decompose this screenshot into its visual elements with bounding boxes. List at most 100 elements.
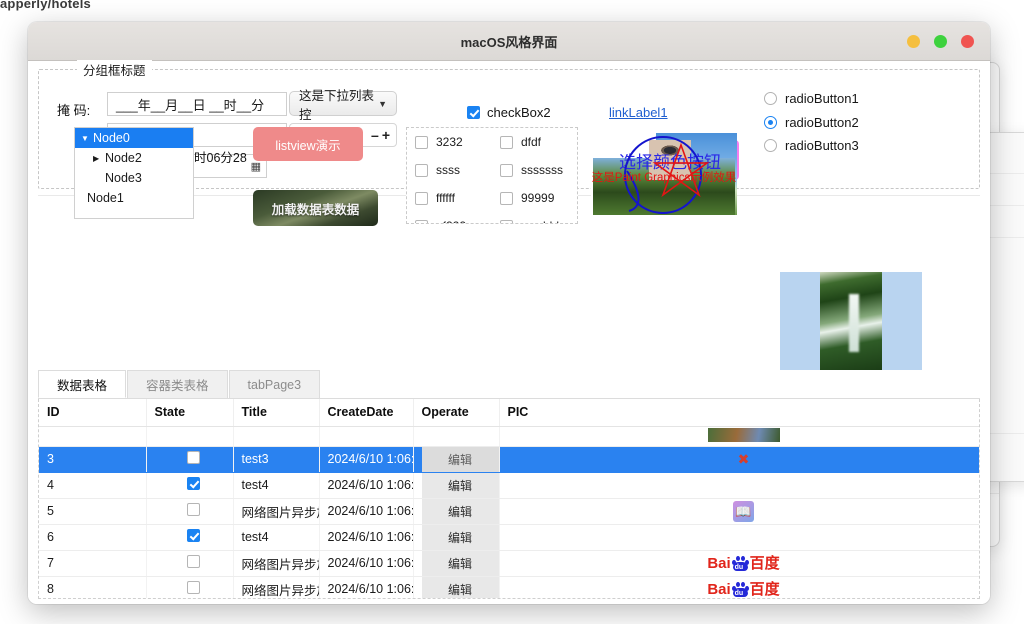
close-button[interactable] [961,35,974,48]
checklist-item[interactable]: ffffff [407,184,492,212]
cell-operate[interactable]: 编辑 [413,472,500,499]
baidu-paw-icon: du [731,555,749,571]
column-header-pic[interactable]: PIC [499,399,979,427]
checklist-item[interactable]: sssssss [492,156,577,184]
baidu-text-right: 百度 [749,554,780,572]
cell-state[interactable] [146,446,234,473]
radio-1-label: radioButton1 [785,91,859,106]
cell-operate[interactable]: 编辑 [413,550,500,577]
tree-node-3[interactable]: Node3 [75,168,193,188]
column-header-id[interactable]: ID [39,399,147,427]
checkbox-icon[interactable] [415,135,428,149]
edit-button[interactable]: 编辑 [421,446,498,471]
cell-title: 网络图片异步加载 [233,576,320,598]
chevron-right-icon[interactable]: ▶ [93,154,105,163]
listview-demo-button[interactable]: listview演示 [253,127,363,161]
edit-button[interactable]: 编辑 [421,576,498,598]
cell-title: 网络图片异步加载 [233,550,320,577]
checkbox2-box[interactable] [467,106,480,119]
row-checkbox[interactable] [186,529,200,542]
checklist-item[interactable]: gf222 [407,212,492,223]
cell-title: test3 [233,446,320,473]
dropdown-select[interactable]: 这是下拉列表控 ▼ [289,89,397,122]
radio-button-1[interactable]: radioButton1 [764,91,859,106]
tab-data-grid[interactable]: 数据表格 [38,370,127,398]
cell-state[interactable] [146,498,234,525]
column-header-createdate[interactable]: CreateDate [319,399,414,427]
window-titlebar[interactable]: macOS风格界面 [28,22,990,61]
column-header-operate[interactable]: Operate [413,399,500,427]
tree-node-1[interactable]: Node1 [75,188,193,208]
table-row[interactable]: 8 网络图片异步加载 2024/6/10 1:06:3 编辑 Bai du 百度 [39,576,979,598]
cell-operate[interactable]: 编辑 [413,576,500,598]
checkbox-icon[interactable] [415,163,428,177]
radio-button-3[interactable]: radioButton3 [764,138,859,153]
minimize-button[interactable] [907,35,920,48]
checkbox-icon[interactable] [415,191,428,205]
checklist-item[interactable]: dfdf [492,128,577,156]
checklist-item[interactable]: ssss [407,156,492,184]
data-grid-table: ID State Title CreateDate Operate PIC 3 … [39,399,979,598]
tree-node-0[interactable]: ▼ Node0 [75,128,193,148]
stepper-minus-icon[interactable]: – [368,127,379,143]
cell-state[interactable] [146,472,234,499]
checkbox-icon[interactable] [500,191,513,205]
cell-state[interactable] [146,550,234,577]
tree-node-3-label: Node3 [105,171,142,185]
cell-state[interactable] [146,524,234,551]
table-row[interactable]: 6 test4 2024/6/10 1:06:3 编辑 [39,524,979,551]
baidu-paw-icon: du [731,581,749,597]
column-header-state[interactable]: State [146,399,234,427]
tab-container-grid[interactable]: 容器类表格 [127,370,228,398]
load-table-data-button[interactable]: 加载数据表数据 [253,190,378,226]
checklist-item[interactable]: 3232 [407,128,492,156]
mask-input[interactable]: ___年__月__日 __时__分 [107,92,287,116]
row-checkbox[interactable] [186,477,200,490]
edit-button[interactable]: 编辑 [421,472,498,497]
link-label[interactable]: linkLabel1 [609,105,668,120]
table-row[interactable] [39,426,979,447]
row-checkbox[interactable] [186,581,200,594]
main-window: macOS风格界面 分组框标题 掩 码: ___年__月__日 __时__分 *… [28,22,990,604]
radio-1-circle[interactable] [764,92,777,105]
cell-operate[interactable]: 编辑 [413,498,500,525]
table-row[interactable]: 3 test3 2024/6/10 1:06:3 编辑 ✖ [39,446,979,473]
chevron-down-icon[interactable]: ▼ [81,134,93,143]
baidu-logo-icon: Bai du 百度 [707,554,780,572]
radio-button-2[interactable]: radioButton2 [764,115,859,130]
edit-button[interactable]: 编辑 [421,550,498,575]
tree-node-2[interactable]: ▶ Node2 [75,148,193,168]
row-checkbox[interactable] [186,451,200,464]
cell-operate[interactable]: 编辑 [413,524,500,551]
row-checkbox[interactable] [186,555,200,568]
table-row[interactable]: 7 网络图片异步加载 2024/6/10 1:06:3 编辑 Bai du 百度 [39,550,979,577]
table-row[interactable]: 5 网络图片异步加载 2024/6/10 1:06:3 编辑 📖 [39,498,979,525]
data-grid[interactable]: ID State Title CreateDate Operate PIC 3 … [38,399,980,599]
tab-page3[interactable]: tabPage3 [228,370,321,398]
groupbox-title: 分组框标题 [77,60,152,79]
row-checkbox[interactable] [186,503,200,516]
cell-operate[interactable]: 编辑 [413,446,500,473]
radio-2-circle[interactable] [764,116,777,129]
edit-button[interactable]: 编辑 [421,524,498,549]
maximize-button[interactable] [934,35,947,48]
radio-3-circle[interactable] [764,139,777,152]
edit-button[interactable]: 编辑 [421,498,498,523]
checkbox-icon[interactable] [500,219,513,223]
cell-id: 3 [39,446,147,473]
table-body: 3 test3 2024/6/10 1:06:3 编辑 ✖ 4 test4 20… [39,426,979,598]
checkbox-icon[interactable] [500,135,513,149]
cell-state[interactable] [146,576,234,598]
checkbox2-row[interactable]: checkBox2 [467,105,551,120]
treeview[interactable]: ▼ Node0 ▶ Node2 Node3 Node1 [74,127,194,219]
checkbox-icon[interactable] [415,219,428,223]
checkbox-icon[interactable] [500,163,513,177]
stepper-plus-icon[interactable]: + [379,127,390,143]
calendar-icon[interactable]: ▦ [251,160,261,173]
checklist-item[interactable]: cccddd [492,212,577,223]
cell-date: 2024/6/10 1:06:3 [319,498,414,525]
checked-listbox[interactable]: 3232 dfdf ssss sssssss ffffff 99999 gf22… [406,127,578,224]
column-header-title[interactable]: Title [233,399,320,427]
table-row[interactable]: 4 test4 2024/6/10 1:06:3 编辑 [39,472,979,499]
checklist-item[interactable]: 99999 [492,184,577,212]
